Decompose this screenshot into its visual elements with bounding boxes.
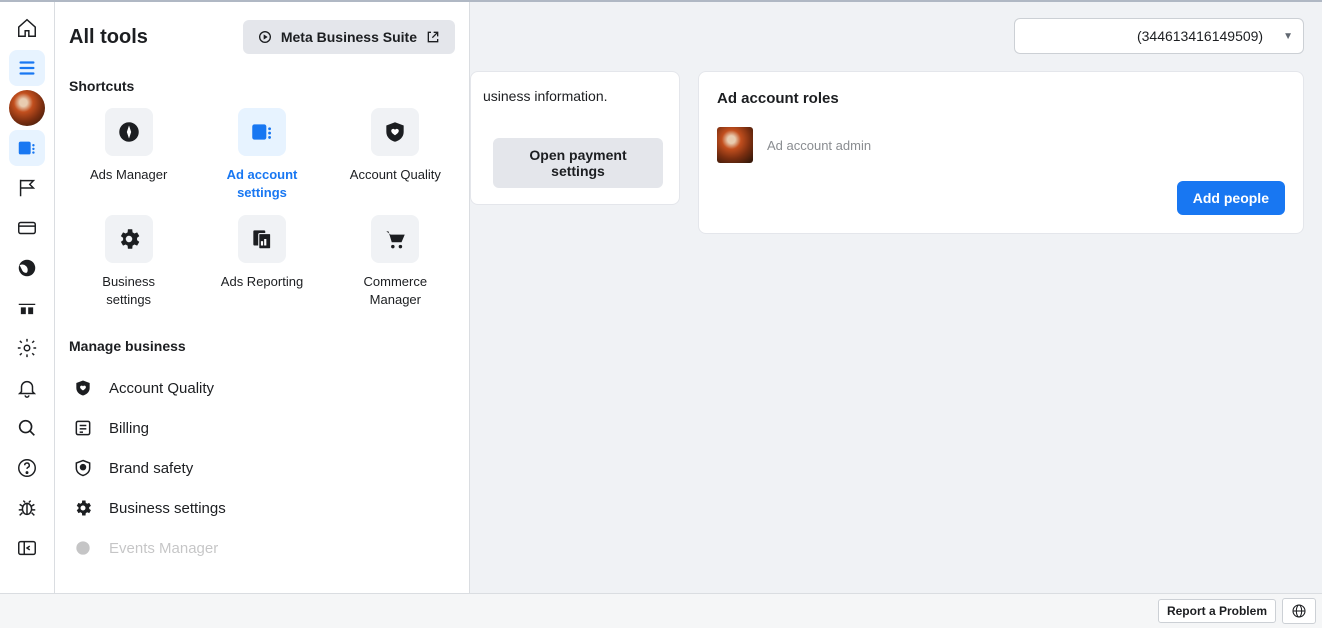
locale-button[interactable] (1282, 598, 1316, 624)
sidebar-collapse-icon (16, 537, 38, 559)
card-settings-icon (16, 137, 38, 159)
icon-rail (0, 2, 55, 628)
add-people-button[interactable]: Add people (1177, 181, 1285, 215)
content-area: (344613416149509) ▼ usiness information.… (470, 2, 1322, 628)
help-icon (16, 457, 38, 479)
shield-heart-icon (73, 378, 93, 398)
invoice-icon (73, 418, 93, 438)
rail-campaigns[interactable] (9, 170, 45, 206)
report-pages-icon (249, 226, 275, 252)
bell-icon (16, 377, 38, 399)
rail-help[interactable] (9, 450, 45, 486)
shortcuts-grid: Ads Manager Ad account settings Account … (69, 108, 455, 308)
manage-heading: Manage business (69, 338, 455, 354)
panel-title: All tools (69, 26, 148, 49)
meta-business-suite-button[interactable]: Meta Business Suite (243, 20, 455, 54)
rail-audiences[interactable] (9, 250, 45, 286)
open-payment-settings-button[interactable]: Open payment settings (493, 138, 663, 188)
shortcut-label: Account Quality (350, 166, 441, 184)
account-picker[interactable]: (344613416149509) ▼ (1014, 18, 1304, 54)
rail-settings[interactable] (9, 330, 45, 366)
business-info-text: usiness information. (483, 88, 659, 104)
footer-bar: Report a Problem (0, 593, 1322, 628)
rail-ad-account-settings[interactable] (9, 130, 45, 166)
shield-heart-icon (382, 119, 408, 145)
manage-item-label: Billing (109, 420, 149, 437)
shortcut-commerce-manager[interactable]: Commerce Manager (336, 215, 455, 308)
hamburger-icon (16, 57, 38, 79)
rail-avatar[interactable] (9, 90, 45, 126)
rail-search[interactable] (9, 410, 45, 446)
caret-down-icon: ▼ (1283, 31, 1293, 42)
rail-bug[interactable] (9, 490, 45, 526)
manage-item-label: Business settings (109, 500, 226, 517)
manage-item-label: Brand safety (109, 460, 193, 477)
report-problem-button[interactable]: Report a Problem (1158, 599, 1276, 623)
manage-item-billing[interactable]: Billing (69, 408, 455, 448)
gear-icon (16, 337, 38, 359)
rail-events[interactable] (9, 290, 45, 326)
user-avatar-icon (9, 90, 45, 126)
shortcut-account-quality[interactable]: Account Quality (336, 108, 455, 201)
tools-panel: All tools Meta Business Suite Shortcuts … (55, 2, 470, 628)
ad-account-roles-card: Ad account roles Ad account admin Add pe… (698, 71, 1304, 234)
shortcut-label: Commerce Manager (345, 273, 445, 308)
shortcut-label: Ads Manager (90, 166, 167, 184)
rail-billing[interactable] (9, 210, 45, 246)
events-rail-icon (16, 297, 38, 319)
gear-icon (73, 498, 93, 518)
business-info-card: usiness information. Open payment settin… (470, 71, 680, 205)
external-link-icon (425, 29, 441, 45)
bug-icon (16, 497, 38, 519)
flag-icon (16, 177, 38, 199)
shortcut-ads-manager[interactable]: Ads Manager (69, 108, 188, 201)
account-id-text: (344613416149509) (1137, 28, 1263, 44)
manage-item-account-quality[interactable]: Account Quality (69, 368, 455, 408)
rail-home[interactable] (9, 10, 45, 46)
search-icon (16, 417, 38, 439)
gear-icon (116, 226, 142, 252)
manage-item-label: Events Manager (109, 540, 218, 557)
shortcut-label: Business settings (79, 273, 179, 308)
credit-card-icon (16, 217, 38, 239)
globe-icon (16, 257, 38, 279)
rail-sidebar-toggle[interactable] (9, 530, 45, 566)
manage-item-events-manager[interactable]: Events Manager (69, 528, 455, 568)
role-label: Ad account admin (767, 138, 871, 153)
compass-icon (116, 119, 142, 145)
manage-item-business-settings[interactable]: Business settings (69, 488, 455, 528)
rail-menu[interactable] (9, 50, 45, 86)
meta-logo-icon (257, 29, 273, 45)
shortcut-label: Ad account settings (212, 166, 312, 201)
meta-business-suite-label: Meta Business Suite (281, 29, 417, 45)
home-icon (16, 17, 38, 39)
shortcut-ads-reporting[interactable]: Ads Reporting (202, 215, 321, 308)
manage-item-label: Account Quality (109, 380, 214, 397)
card-settings-icon (249, 119, 275, 145)
shortcut-label: Ads Reporting (221, 273, 303, 291)
shortcut-business-settings[interactable]: Business settings (69, 215, 188, 308)
shortcut-ad-account-settings[interactable]: Ad account settings (202, 108, 321, 201)
shortcuts-heading: Shortcuts (69, 78, 455, 94)
role-row: Ad account admin (717, 127, 1285, 163)
roles-card-title: Ad account roles (717, 90, 1285, 107)
globe-icon (1291, 603, 1307, 619)
shopping-cart-icon (382, 226, 408, 252)
role-avatar-icon (717, 127, 753, 163)
shield-icon (73, 458, 93, 478)
events-icon (73, 538, 93, 558)
rail-notifications[interactable] (9, 370, 45, 406)
manage-list: Account Quality Billing Brand safety Bus… (69, 368, 455, 568)
manage-item-brand-safety[interactable]: Brand safety (69, 448, 455, 488)
